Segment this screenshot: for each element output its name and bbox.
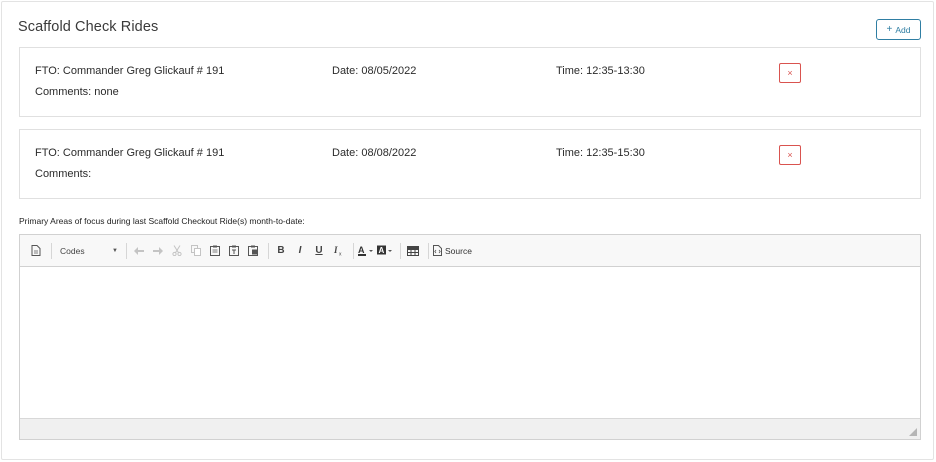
check-ride-card: FTO: Commander Greg Glickauf # 191 Date:… <box>19 129 921 199</box>
ride-time: Time: 12:35-15:30 <box>556 147 645 159</box>
check-ride-card: FTO: Commander Greg Glickauf # 191 Date:… <box>19 47 921 117</box>
svg-text:A: A <box>358 245 365 255</box>
paste-word-icon[interactable] <box>245 242 261 260</box>
ride-comments: Comments: none <box>35 86 119 98</box>
new-page-icon[interactable] <box>28 242 44 260</box>
source-button-label: Source <box>445 245 472 256</box>
background-color-icon[interactable]: A <box>377 242 393 260</box>
close-icon: × <box>787 68 793 78</box>
paste-icon[interactable] <box>207 242 223 260</box>
italic-button[interactable]: I <box>292 242 308 260</box>
undo-icon[interactable] <box>131 242 147 260</box>
toolbar-separator <box>51 242 52 259</box>
fto-name: FTO: Commander Greg Glickauf # 191 <box>35 147 225 159</box>
svg-text:I: I <box>333 245 338 255</box>
add-button[interactable]: + Add <box>876 19 921 40</box>
remove-format-icon[interactable]: Ix <box>330 242 346 260</box>
ride-date: Date: 08/08/2022 <box>332 147 417 159</box>
copy-icon[interactable] <box>188 242 204 260</box>
cut-icon[interactable] <box>169 242 185 260</box>
svg-text:A: A <box>379 246 385 255</box>
editor-statusbar <box>20 418 920 439</box>
toolbar-separator <box>400 242 401 259</box>
ride-time: Time: 12:35-13:30 <box>556 65 645 77</box>
toolbar-separator <box>126 242 127 259</box>
editor-content-area[interactable] <box>20 268 920 419</box>
fto-name: FTO: Commander Greg Glickauf # 191 <box>35 65 225 77</box>
rich-text-editor: Codes ▼ B I U I x A A Source <box>19 234 921 440</box>
ride-comments: Comments: <box>35 168 92 180</box>
delete-ride-button[interactable]: × <box>779 63 801 83</box>
format-combo[interactable]: Codes ▼ <box>56 242 122 260</box>
resize-handle-icon[interactable] <box>909 428 917 436</box>
add-button-label: Add <box>895 24 911 35</box>
toolbar-separator <box>428 242 429 259</box>
underline-button[interactable]: U <box>311 242 327 260</box>
paste-text-icon[interactable] <box>226 242 242 260</box>
plus-icon: + <box>886 23 893 35</box>
ride-date: Date: 08/05/2022 <box>332 65 417 77</box>
table-icon[interactable] <box>405 242 421 260</box>
chevron-down-icon: ▼ <box>112 247 118 254</box>
focus-areas-label: Primary Areas of focus during last Scaff… <box>19 216 305 226</box>
section-title: Scaffold Check Rides <box>18 19 159 35</box>
source-icon <box>433 245 442 256</box>
text-color-icon[interactable]: A <box>358 242 374 260</box>
toolbar-separator <box>268 242 269 259</box>
toolbar-separator <box>353 242 354 259</box>
redo-icon[interactable] <box>150 242 166 260</box>
editor-toolbar: Codes ▼ B I U I x A A Source <box>20 235 920 267</box>
delete-ride-button[interactable]: × <box>779 145 801 165</box>
source-button[interactable]: Source <box>433 242 472 260</box>
scaffold-check-rides-panel: Scaffold Check Rides + Add FTO: Commande… <box>1 1 934 460</box>
format-combo-value: Codes <box>60 245 85 256</box>
close-icon: × <box>787 150 793 160</box>
svg-text:x: x <box>339 252 342 257</box>
bold-button[interactable]: B <box>273 242 289 260</box>
